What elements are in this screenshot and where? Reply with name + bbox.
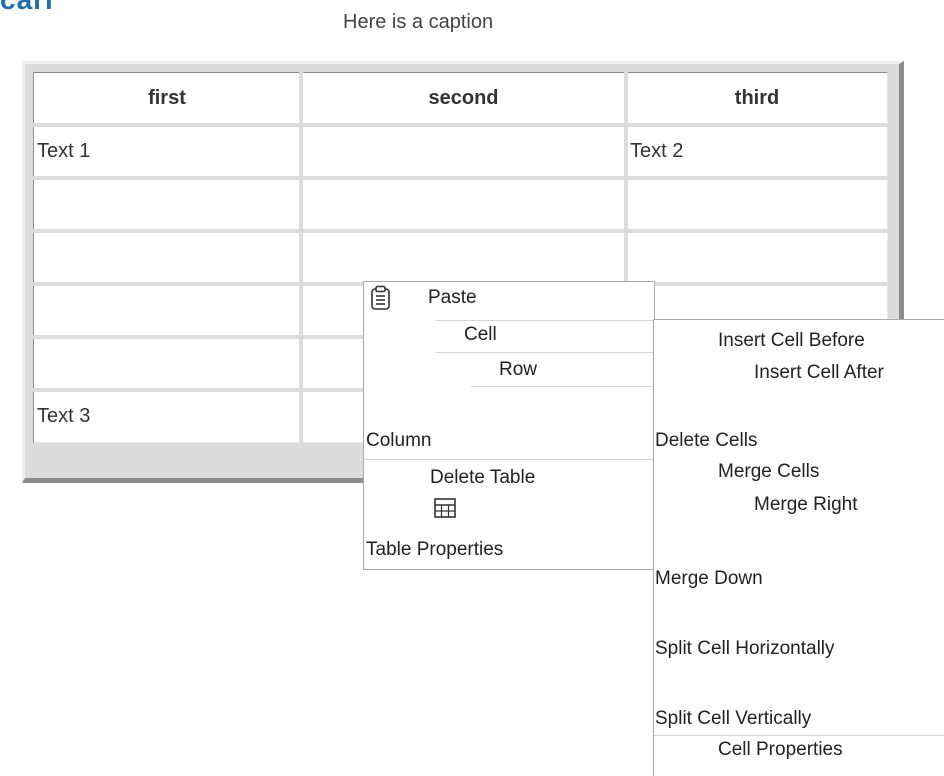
table-cell[interactable]	[624, 229, 890, 286]
menu-item-cell[interactable]: Cell	[464, 324, 497, 346]
menu-item-merge-cells[interactable]: Merge Cells	[718, 461, 819, 483]
table-header-cell[interactable]: third	[624, 70, 890, 127]
menu-item-split-cell-horizontally[interactable]: Split Cell Horizontally	[655, 638, 835, 660]
menu-separator	[436, 352, 655, 353]
table-context-menu: Paste Cell Row Column Delete Table Table…	[363, 281, 655, 570]
menu-item-paste[interactable]: Paste	[428, 287, 477, 309]
table-header-cell[interactable]: second	[299, 70, 628, 127]
table-header-row: first second third	[31, 70, 890, 127]
menu-item-delete-table[interactable]: Delete Table	[430, 467, 535, 489]
table-cell[interactable]: Text 1	[31, 123, 303, 180]
table-icon	[434, 498, 456, 518]
page-heading-fragment: carr	[0, 0, 57, 16]
menu-item-column[interactable]: Column	[366, 430, 431, 452]
table-row	[31, 229, 890, 286]
menu-item-cell-properties[interactable]: Cell Properties	[718, 739, 843, 761]
menu-item-insert-cell-after[interactable]: Insert Cell After	[754, 362, 884, 384]
menu-item-table-properties[interactable]: Table Properties	[366, 539, 503, 561]
table-row	[31, 176, 890, 233]
table-cell[interactable]	[31, 229, 303, 286]
menu-separator	[436, 320, 655, 321]
menu-separator	[471, 386, 655, 387]
table-cell[interactable]: Text 2	[624, 123, 890, 180]
menu-item-row[interactable]: Row	[499, 359, 537, 381]
menu-item-insert-cell-before[interactable]: Insert Cell Before	[718, 330, 865, 352]
table-cell[interactable]	[31, 282, 303, 339]
menu-item-merge-down[interactable]: Merge Down	[655, 568, 763, 590]
menu-separator	[654, 735, 944, 736]
table-cell[interactable]	[299, 123, 628, 180]
menu-separator	[364, 459, 654, 460]
table-cell[interactable]	[31, 335, 303, 392]
table-cell[interactable]	[299, 176, 628, 233]
table-cell[interactable]	[31, 176, 303, 233]
table-caption: Here is a caption	[343, 11, 494, 33]
clipboard-icon	[371, 285, 390, 310]
table-cell[interactable]	[624, 176, 890, 233]
cell-submenu: Insert Cell Before Insert Cell After Del…	[653, 319, 944, 776]
menu-item-merge-right[interactable]: Merge Right	[754, 494, 858, 516]
table-header-cell[interactable]: first	[31, 70, 303, 127]
table-cell[interactable]	[299, 229, 628, 286]
menu-item-delete-cells[interactable]: Delete Cells	[655, 430, 757, 452]
menu-item-split-cell-vertically[interactable]: Split Cell Vertically	[655, 708, 811, 730]
table-row: Text 1 Text 2	[31, 123, 890, 180]
table-cell[interactable]: Text 3	[31, 388, 303, 445]
